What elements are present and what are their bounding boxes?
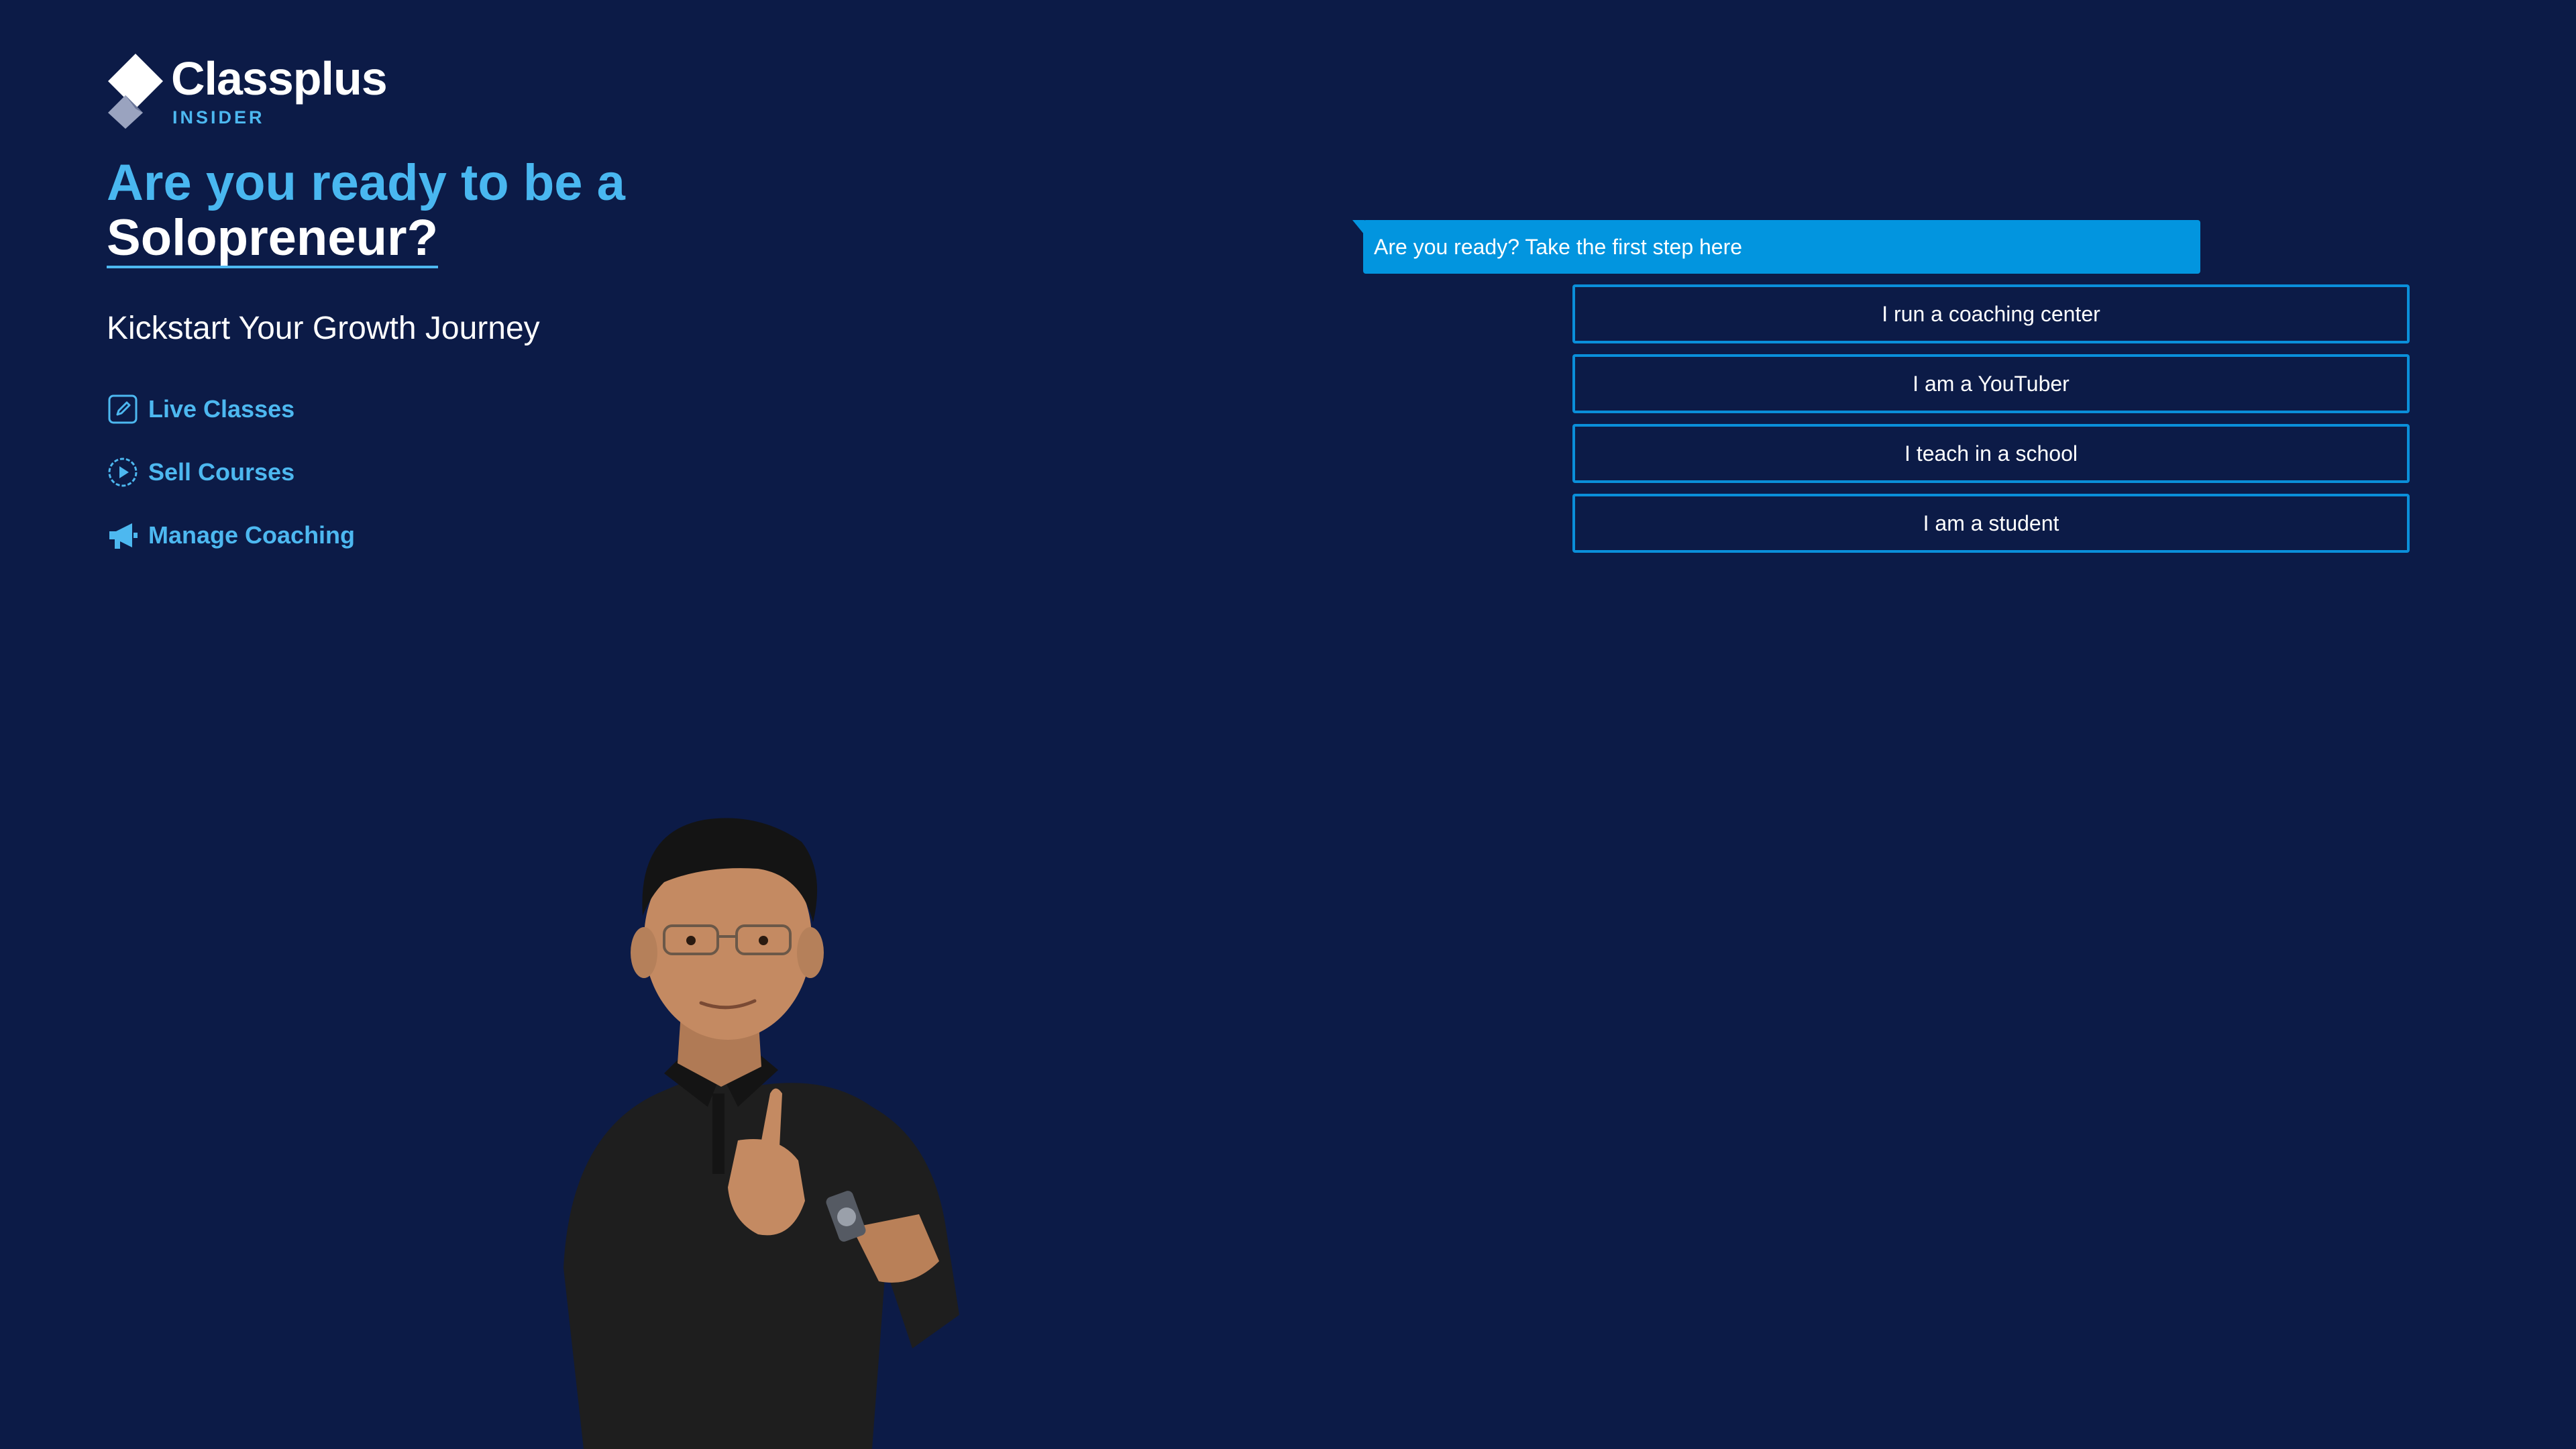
megaphone-icon	[109, 523, 138, 549]
brand-name: Classplus	[171, 52, 388, 105]
subheadline: Kickstart Your Growth Journey	[107, 311, 540, 346]
feature-label: Manage Coaching	[148, 521, 356, 549]
chat-options: I run a coaching center I am a YouTuber …	[1572, 284, 2410, 564]
classplus-logo-icon	[108, 54, 163, 129]
brand-sub: INSIDER	[172, 107, 265, 127]
hero-person-image	[564, 818, 959, 1449]
play-circle-icon	[108, 458, 138, 487]
edit-icon	[108, 394, 138, 424]
option-school-teacher[interactable]: I teach in a school	[1572, 424, 2410, 483]
headline-line2: Solopreneur?	[107, 211, 439, 268]
brand-logo[interactable]: Classplus INSIDER	[107, 51, 388, 129]
feature-manage-coaching[interactable]: Manage Coaching	[107, 515, 355, 555]
feature-live-classes[interactable]: Live Classes	[107, 389, 355, 429]
option-youtuber[interactable]: I am a YouTuber	[1572, 354, 2410, 413]
feature-label: Sell Courses	[148, 458, 295, 486]
option-coaching-center[interactable]: I run a coaching center	[1572, 284, 2410, 343]
page-headline: Are you ready to be a Solopreneur?	[107, 156, 625, 268]
feature-label: Live Classes	[148, 395, 295, 423]
option-student[interactable]: I am a student	[1572, 494, 2410, 553]
headline-line1: Are you ready to be a	[107, 154, 625, 211]
feature-list: Live Classes Sell Courses Manage Coachin…	[107, 389, 355, 578]
chat-prompt-bubble: Are you ready? Take the first step here	[1363, 220, 2200, 274]
feature-sell-courses[interactable]: Sell Courses	[107, 452, 355, 492]
